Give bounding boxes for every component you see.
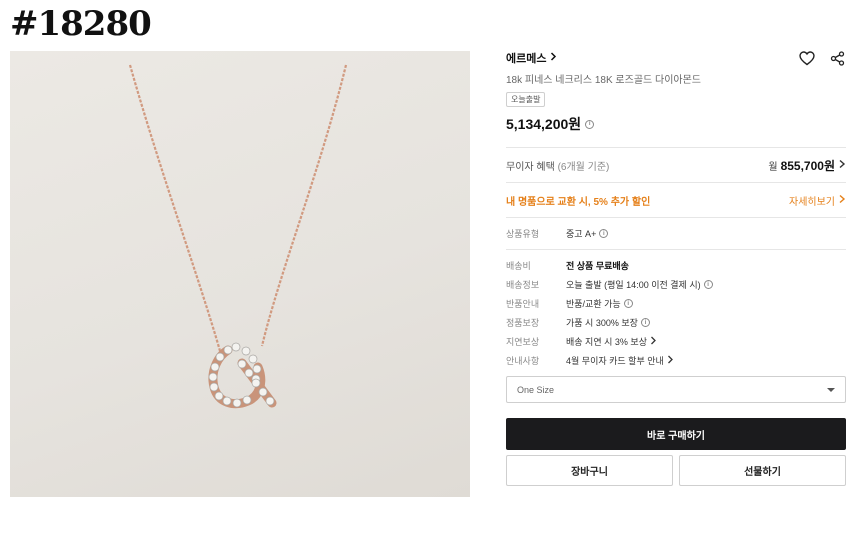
trade-in-link-label: 자세히보기 <box>789 196 835 208</box>
share-icon[interactable] <box>828 49 846 67</box>
spec-key: 배송정보 <box>506 280 540 290</box>
spec-key: 정품보장 <box>506 318 540 328</box>
size-select-value: One Size <box>517 384 555 395</box>
spec-value: 오늘 출발 (평일 14:00 이전 결제 시) <box>566 280 701 290</box>
trade-in-text: 내 명품으로 교환 시, 5% 추가 할인 <box>506 196 651 208</box>
trade-in-row[interactable]: 내 명품으로 교환 시, 5% 추가 할인 자세히보기 <box>506 183 846 217</box>
spec-key: 반품안내 <box>506 299 540 309</box>
monthly-prefix: 월 <box>768 161 778 173</box>
spec-value: 전 상품 무료배송 <box>566 261 629 271</box>
buy-now-button[interactable]: 바로 구매하기 <box>506 418 846 450</box>
condition-value: 중고 A+ <box>566 229 597 239</box>
spec-row-return: 반품안내 반품/교환 가능 i <box>506 294 846 313</box>
spec-row-authenticity: 정품보장 가품 시 300% 보장 i <box>506 313 846 332</box>
info-icon[interactable]: i <box>599 229 609 238</box>
spec-key: 안내사항 <box>506 356 540 366</box>
spec-value: 4월 무이자 카드 할부 안내 <box>566 356 664 366</box>
spec-key: 지연보상 <box>506 337 540 347</box>
spec-value: 반품/교환 가능 <box>566 299 621 309</box>
info-icon[interactable]: i <box>623 299 633 308</box>
installment-sub: (6개월 기준) <box>557 161 610 173</box>
necklace-chain-left <box>128 64 222 352</box>
product-name: 18k 피네스 네크리스 18K 로즈골드 다이아몬드 <box>506 75 702 86</box>
chevron-right-icon <box>838 194 846 207</box>
spec-row-notice[interactable]: 안내사항 4월 무이자 카드 할부 안내 <box>506 351 846 370</box>
add-to-cart-button[interactable]: 장바구니 <box>506 455 673 486</box>
brand-name: 에르메스 <box>506 53 547 65</box>
chevron-right-icon <box>650 336 657 347</box>
monthly-amount: 855,700원 <box>780 158 835 173</box>
chevron-right-icon <box>550 52 557 64</box>
spec-row-delay[interactable]: 지연보상 배송 지연 시 3% 보상 <box>506 332 846 351</box>
diamond-pendant <box>208 342 277 409</box>
condition-row: 상품유형 중고 A+ i <box>506 224 846 243</box>
spec-row-shipping-fee: 배송비 전 상품 무료배송 <box>506 256 846 275</box>
info-icon[interactable]: i <box>640 318 650 327</box>
shipping-badge: 오늘출발 <box>506 92 546 107</box>
page-tag: #18280 <box>10 4 152 44</box>
chevron-right-icon <box>667 355 674 366</box>
installment-label: 무이자 혜택 <box>506 161 555 173</box>
caret-down-icon <box>827 387 835 392</box>
installment-row[interactable]: 무이자 혜택 (6개월 기준) 월 855,700원 <box>506 148 846 182</box>
info-icon[interactable]: i <box>703 280 713 289</box>
necklace-chain-right <box>260 64 348 347</box>
spec-row-shipping-info: 배송정보 오늘 출발 (평일 14:00 이전 결제 시) i <box>506 275 846 294</box>
size-select[interactable]: One Size <box>506 376 846 403</box>
info-icon[interactable]: i <box>585 119 595 129</box>
product-price: 5,134,200원 <box>506 116 582 132</box>
spec-value: 배송 지연 시 3% 보상 <box>566 337 647 347</box>
divider <box>506 249 846 250</box>
product-image[interactable] <box>10 51 470 497</box>
brand-link[interactable]: 에르메스 <box>506 50 557 66</box>
chevron-right-icon <box>838 159 846 172</box>
divider <box>506 217 846 218</box>
gift-button[interactable]: 선물하기 <box>679 455 846 486</box>
spec-value: 가품 시 300% 보장 <box>566 318 638 328</box>
spec-key: 배송비 <box>506 261 531 271</box>
heart-icon[interactable] <box>798 49 816 67</box>
trade-in-link[interactable]: 자세히보기 <box>789 193 846 208</box>
condition-key: 상품유형 <box>506 229 540 239</box>
product-detail-panel: 에르메스 18k 피네스 네크리스 18K 로즈골드 다이아몬드 오늘출발 5,… <box>506 48 846 486</box>
